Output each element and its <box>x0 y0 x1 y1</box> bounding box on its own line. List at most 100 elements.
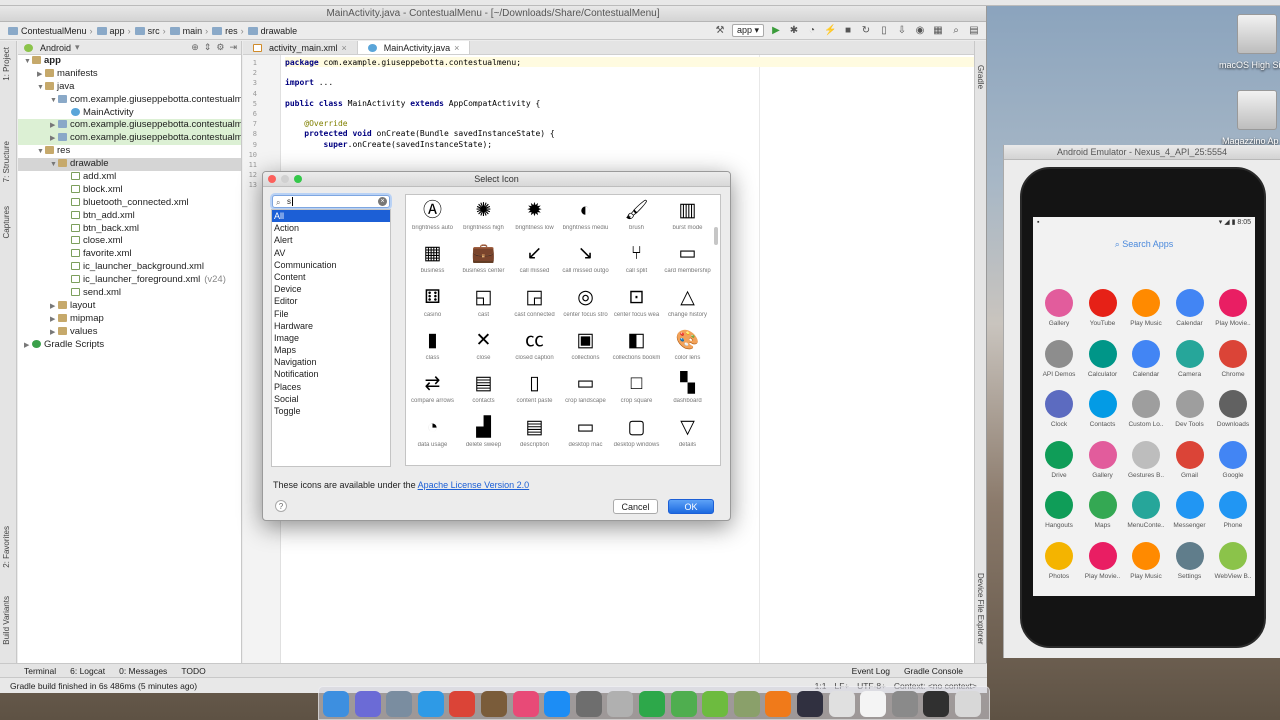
app-launcher-item[interactable]: Maps <box>1081 491 1125 537</box>
app-launcher-item[interactable]: WebView B.. <box>1211 541 1255 588</box>
breadcrumb-item[interactable]: drawable <box>247 26 297 36</box>
breadcrumb-item[interactable]: main › <box>169 26 208 36</box>
app-launcher-item[interactable]: Custom Lo.. <box>1124 390 1168 436</box>
tool-todo[interactable]: TODO <box>181 666 205 676</box>
app-launcher-item[interactable]: Calculator <box>1081 339 1125 386</box>
close-icon[interactable]: × <box>342 41 347 55</box>
tree-item[interactable]: ▶ manifests <box>18 68 241 81</box>
icon-cell[interactable]: ◐ brightness mediu <box>560 195 611 238</box>
dock-app-icon[interactable] <box>386 691 413 717</box>
chevron-down-icon[interactable]: ▾ <box>75 42 80 53</box>
app-launcher-item[interactable]: Downloads <box>1211 390 1255 436</box>
icon-cell[interactable]: ◧ collections bookm <box>611 325 662 368</box>
app-launcher-item[interactable]: Clock <box>1037 390 1081 436</box>
dock-app-icon[interactable] <box>481 691 507 717</box>
icon-cell[interactable]: ✹ brightness low <box>509 195 560 238</box>
tree-item[interactable]: ▼ drawable <box>18 158 241 172</box>
app-launcher-item[interactable]: Contacts <box>1081 390 1125 436</box>
target-icon[interactable]: ⊕ <box>191 42 199 53</box>
app-launcher-item[interactable]: Play Music <box>1124 541 1168 588</box>
category-item[interactable]: Content <box>272 271 390 283</box>
dock-app-icon[interactable] <box>765 691 792 717</box>
dock-app-icon[interactable] <box>512 691 539 717</box>
tree-item[interactable]: ic_launcher_foreground.xml (v24) <box>18 274 241 287</box>
app-launcher-item[interactable]: API Demos <box>1037 339 1081 386</box>
sdk-manager-icon[interactable]: ⇩ <box>896 25 908 37</box>
app-launcher-item[interactable]: Hangouts <box>1037 491 1081 537</box>
tree-item[interactable]: ▶ com.example.giuseppebotta.contestualm <box>18 132 241 146</box>
tree-item[interactable]: ▼ com.example.giuseppebotta.contestualm <box>18 94 241 107</box>
app-launcher-item[interactable]: Play Music <box>1124 289 1168 335</box>
tree-item[interactable]: MainActivity <box>18 107 241 120</box>
icon-cell[interactable]: ⑂ call split <box>611 238 662 281</box>
search-icon[interactable]: ⌕ <box>950 25 962 37</box>
category-item[interactable]: File <box>272 308 390 320</box>
tool-tab-gradle[interactable]: Gradle <box>976 65 985 89</box>
tree-item[interactable]: ▶ layout <box>18 300 241 313</box>
app-launcher-item[interactable]: Play Movie.. <box>1081 541 1125 588</box>
icon-cell[interactable]: ▭ desktop mac <box>560 412 611 455</box>
app-launcher-item[interactable]: Calendar <box>1168 289 1212 335</box>
category-item[interactable]: Alert <box>272 234 390 246</box>
tool-tab-captures[interactable]: Captures <box>2 206 11 238</box>
tree-item[interactable]: ▶ mipmap <box>18 313 241 326</box>
icon-cell[interactable]: ✺ brightness high <box>458 195 509 238</box>
dock-app-icon[interactable] <box>544 691 571 717</box>
icon-cell[interactable]: ▥ burst mode <box>662 195 713 238</box>
layout-icon[interactable]: ▤ <box>968 25 980 37</box>
app-launcher-item[interactable]: YouTube <box>1081 289 1125 335</box>
zoom-window-button[interactable] <box>294 175 302 183</box>
dock-app-icon[interactable] <box>575 691 602 717</box>
gear-icon[interactable]: ⚙ <box>216 42 224 53</box>
icon-cell[interactable]: ▭ crop landscape <box>560 368 611 411</box>
app-launcher-item[interactable]: Drive <box>1037 440 1081 487</box>
dock-app-icon[interactable] <box>797 691 823 717</box>
breadcrumb-item[interactable]: ContestualMenu › <box>8 26 93 36</box>
tool-terminal[interactable]: Terminal <box>24 666 56 676</box>
app-launcher-item[interactable]: Gestures B.. <box>1124 440 1168 487</box>
icon-cell[interactable]: ▣ collections <box>560 325 611 368</box>
icon-cell[interactable]: □ crop square <box>611 368 662 411</box>
run-icon[interactable]: ▶ <box>770 25 782 37</box>
phone-screen[interactable]: ▪ ▾ ◢ ▮ 8:05 ⌕ Search Apps Gallery YouTub… <box>1033 217 1255 596</box>
category-item[interactable]: Device <box>272 283 390 295</box>
category-item[interactable]: Editor <box>272 295 390 307</box>
category-item[interactable]: Notification <box>272 368 390 380</box>
chevron-right-icon[interactable]: ▶ <box>24 340 32 353</box>
close-icon[interactable]: × <box>454 41 459 55</box>
app-launcher-item[interactable]: Chrome <box>1211 339 1255 386</box>
category-item[interactable]: Image <box>272 332 390 344</box>
tree-item[interactable]: ▶ Gradle Scripts <box>18 339 241 352</box>
dock-app-icon[interactable] <box>733 691 760 717</box>
icon-cell[interactable]: △ change history <box>662 282 713 325</box>
icon-cell[interactable]: ▭ card membership <box>662 238 713 281</box>
stop-icon[interactable]: ■ <box>842 25 854 37</box>
tool-tab-project[interactable]: 1: Project <box>2 47 11 81</box>
tree-item[interactable]: ▼ app <box>18 55 241 68</box>
dock-app-icon[interactable] <box>607 691 634 717</box>
tool-tab-favorites[interactable]: 2: Favorites <box>2 526 11 568</box>
category-item[interactable]: AV <box>272 247 390 259</box>
dock-app-icon[interactable] <box>955 691 981 717</box>
dock-app-icon[interactable] <box>891 691 918 717</box>
app-launcher-item[interactable]: MenuConte.. <box>1124 491 1168 537</box>
project-structure-icon[interactable]: ▦ <box>932 25 944 37</box>
icon-cell[interactable]: ⇄ compare arrows <box>407 368 458 411</box>
app-launcher-item[interactable]: Photos <box>1037 541 1081 588</box>
tree-item[interactable]: ▼ java <box>18 81 241 94</box>
icon-cell[interactable]: ▦ business <box>407 238 458 281</box>
help-button[interactable]: ? <box>275 500 287 512</box>
tree-item[interactable]: block.xml <box>18 184 241 197</box>
icon-cell[interactable]: ▯ content paste <box>509 368 560 411</box>
profile-icon[interactable]: ◔ <box>806 25 818 37</box>
icon-cell[interactable]: ◲ cast connected <box>509 282 560 325</box>
sync-icon[interactable]: ↻ <box>860 25 872 37</box>
app-launcher-item[interactable]: Phone <box>1211 491 1255 537</box>
tree-item[interactable]: btn_back.xml <box>18 223 241 236</box>
run-config-select[interactable]: app ▾ <box>731 24 764 37</box>
tree-item[interactable]: send.xml <box>18 287 241 300</box>
icon-cell[interactable]: ↘ call missed outgo <box>560 238 611 281</box>
tree-item[interactable]: ▶ values <box>18 326 241 339</box>
scrollbar-thumb[interactable] <box>714 227 718 245</box>
tree-item[interactable]: add.xml <box>18 171 241 184</box>
